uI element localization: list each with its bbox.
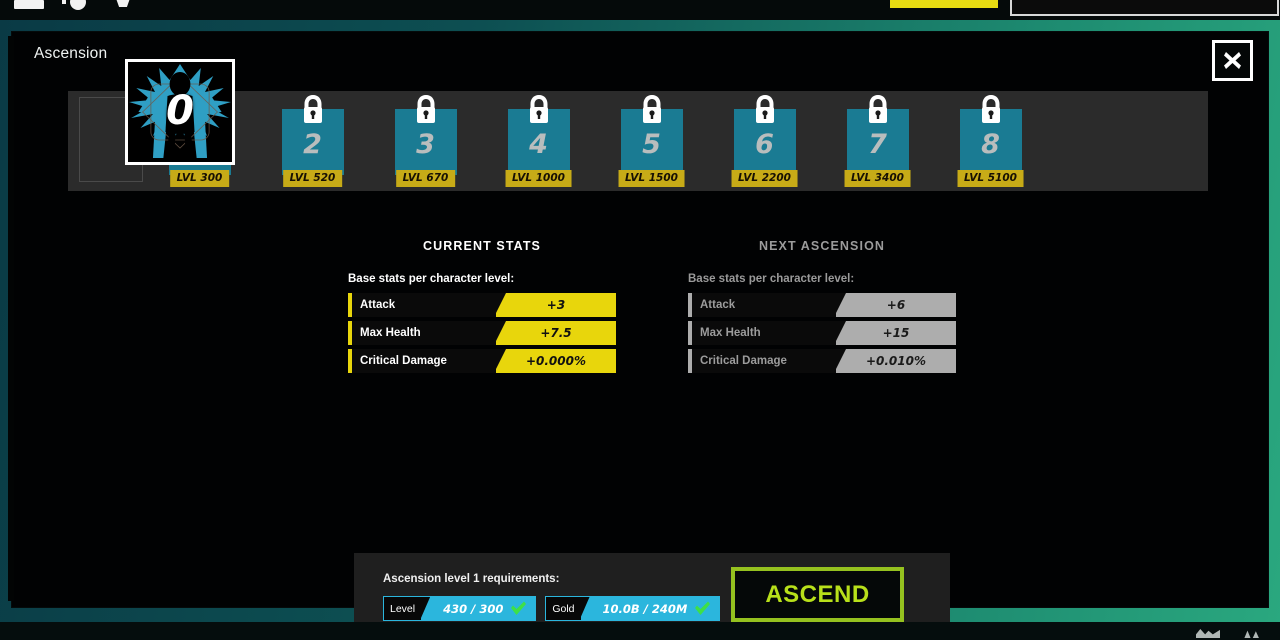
next-ascension-stats-table: Attack +6 Max Health +15 Critical Damage +0.0… [688,293,956,377]
ascension-level-number: 7 [868,129,887,160]
requirement-pill: Level 430 / 300 [383,596,537,621]
ascension-dialog: Ascension 1LVL 3002LVL 5203LVL 6704LVL 1… [8,32,1268,630]
next-ascension-heading: NEXT ASCENSION [758,239,886,253]
stat-row: Attack +6 [688,293,956,317]
lock-icon [755,95,774,123]
ascension-level-requirement: LVL 5100 [957,170,1024,187]
gem-icon[interactable] [116,0,130,7]
ascension-card-locked[interactable]: 4 LVL 1000 [482,91,595,191]
close-button[interactable] [1212,40,1253,81]
requirement-met-icon [510,601,535,616]
stat-row: Max Health +15 [688,321,956,345]
stat-row: Max Health +7.5 [348,321,616,345]
hud-input-bar[interactable] [1010,0,1279,16]
ascension-card-2[interactable]: 2 LVL 520 [281,95,344,187]
ascension-level-requirement: LVL 2200 [731,170,798,187]
ascension-level-number: 4 [529,129,548,160]
lock-icon [981,95,1000,123]
lock-icon [529,95,548,123]
hamburger-menu-icon[interactable] [14,0,44,9]
ascension-level-number: 2 [303,129,322,160]
current-stats-heading: CURRENT STATS [423,239,541,253]
stat-label: Critical Damage [692,349,836,373]
ascension-card-5[interactable]: 5 LVL 1500 [618,95,685,187]
ascension-card-8[interactable]: 8 LVL 5100 [957,95,1024,187]
requirement-pill: Gold 10.0B / 240M [545,596,721,621]
ascension-card-locked[interactable]: 2 LVL 520 [256,91,369,191]
stat-value: +0.000% [496,349,616,373]
stat-row: Attack +3 [348,293,616,317]
ascension-card-3[interactable]: 3 LVL 670 [394,95,457,187]
close-icon [1224,52,1241,69]
stat-label: Attack [692,293,836,317]
ascension-card-locked[interactable]: 5 LVL 1500 [595,91,708,191]
ascension-card-4[interactable]: 4 LVL 1000 [505,95,572,187]
people-icon[interactable] [1244,630,1259,638]
ascension-level-requirement: LVL 520 [282,170,343,187]
requirement-value: 10.0B / 240M [602,601,688,616]
stat-row: Critical Damage +0.010% [688,349,956,373]
stat-label: Attack [352,293,496,317]
lock-icon [868,95,887,123]
top-hud-bar [0,0,1280,20]
ascension-card-locked[interactable]: 6 LVL 2200 [708,91,821,191]
ascension-level-number: 3 [416,129,435,160]
requirement-value: 430 / 300 [443,601,504,616]
chart-icon[interactable] [1196,629,1220,638]
ascension-level-carousel[interactable]: 1LVL 3002LVL 5203LVL 6704LVL 10005LVL 15… [68,91,1208,191]
stat-value: +3 [496,293,616,317]
page-title: Ascension [34,45,108,62]
current-stats-subheading: Base stats per character level: [348,273,515,285]
lock-icon [416,95,435,123]
ascension-card-current[interactable]: 0 [125,59,235,165]
ascension-level-number: 8 [981,129,1000,160]
requirement-label: Level [384,597,422,620]
ascension-level-requirement: LVL 670 [395,170,456,187]
ascension-level-requirement: LVL 300 [169,170,230,187]
check-icon [511,601,527,615]
stat-label: Max Health [692,321,836,345]
stat-value: +7.5 [496,321,616,345]
requirements-pill-list: Level 430 / 300 Gold 10.0B / 240M [383,596,721,621]
stat-row: Critical Damage +0.000% [348,349,616,373]
stat-label: Max Health [352,321,496,345]
ascension-level-requirement: LVL 3400 [844,170,911,187]
stat-value: +15 [836,321,956,345]
stat-value: +0.010% [836,349,956,373]
ascend-button-label: ASCEND [765,580,870,608]
check-icon [695,601,711,615]
requirements-title: Ascension level 1 requirements: [383,573,560,585]
hud-divider [62,0,66,4]
hud-progress-bar [890,0,998,8]
ascension-card-locked[interactable]: 8 LVL 5100 [934,91,1047,191]
bottom-hud-bar [0,622,1280,640]
ascension-level-requirement: LVL 1500 [618,170,685,187]
ascension-card-locked[interactable]: 7 LVL 3400 [821,91,934,191]
game-screen: Ascension 1LVL 3002LVL 5203LVL 6704LVL 1… [0,0,1280,640]
ascension-level-requirement: LVL 1000 [505,170,572,187]
next-stats-subheading: Base stats per character level: [688,273,855,285]
current-stats-table: Attack +3 Max Health +7.5 Critical Damage +0.… [348,293,616,377]
stat-label: Critical Damage [352,349,496,373]
requirement-met-icon [694,601,719,616]
stat-value: +6 [836,293,956,317]
lock-icon [303,95,322,123]
ascension-card-locked[interactable]: 3 LVL 670 [369,91,482,191]
current-ascension-level: 0 [166,88,194,134]
requirement-label: Gold [546,597,581,620]
ascension-card-7[interactable]: 7 LVL 3400 [844,95,911,187]
ascension-level-number: 6 [755,129,774,160]
ascend-button[interactable]: ASCEND [731,567,904,622]
lock-icon [642,95,661,123]
ascension-level-number: 5 [642,129,661,160]
ascension-card-6[interactable]: 6 LVL 2200 [731,95,798,187]
coin-icon[interactable] [70,0,86,10]
